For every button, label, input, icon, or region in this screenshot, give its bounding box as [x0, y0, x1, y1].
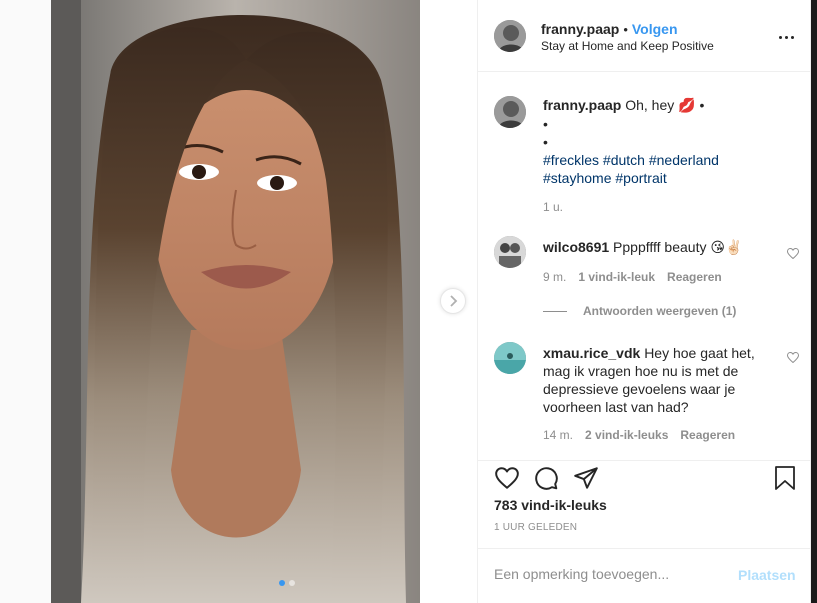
caption-username[interactable]: franny.paap [543, 97, 621, 113]
hashtag-line: #stayhome #portrait [543, 169, 783, 187]
profile-picture [494, 96, 526, 128]
comment-username[interactable]: wilco8691 [543, 239, 609, 255]
reply-button[interactable]: Reageren [680, 428, 735, 442]
hashtag-link[interactable]: #freckles [543, 152, 599, 168]
page-background-left [0, 0, 51, 603]
post-actions: 783 vind-ik-leuks 1 UUR GELEDEN [478, 460, 810, 548]
hashtag-link[interactable]: #nederland [649, 152, 719, 168]
carousel-dots [279, 580, 295, 586]
comment-item: xmau.rice_vdk Hey hoe gaat het, mag ik v… [494, 342, 804, 452]
share-icon[interactable] [573, 465, 599, 491]
comment-username[interactable]: xmau.rice_vdk [543, 345, 640, 361]
more-options-icon[interactable] [779, 36, 794, 39]
comment-time[interactable]: 9 m. [543, 270, 566, 284]
comment-text: Hey hoe gaat het, [644, 345, 755, 361]
post-photo[interactable] [51, 0, 420, 603]
caption-meta: 1 u. [543, 200, 563, 214]
view-replies-label: Antwoorden weergeven (1) [583, 304, 737, 318]
caption-bullet: • [543, 134, 548, 150]
avatar[interactable] [494, 96, 526, 128]
hashtag-line: #freckles #dutch #nederland [543, 151, 783, 169]
caption-text: Oh, hey [625, 97, 675, 113]
comment-likes[interactable]: 1 vind-ik-leuk [578, 270, 655, 284]
avatar[interactable] [494, 20, 526, 52]
comment-text: Ppppffff beauty [613, 239, 707, 255]
post-username[interactable]: franny.paap [541, 21, 619, 37]
carousel-dot-active [279, 580, 285, 586]
add-comment-bar: Plaatsen [478, 548, 810, 603]
header-user-row: franny.paap • Volgen [541, 21, 678, 37]
chevron-right-icon [450, 295, 458, 307]
comment-body: xmau.rice_vdk Hey hoe gaat het, mag ik v… [543, 344, 783, 416]
post-timestamp[interactable]: 1 UUR GELEDEN [494, 522, 577, 533]
post-details-panel: franny.paap • Volgen Stay at Home and Ke… [477, 0, 811, 603]
comment-meta: 9 m. 1 vind-ik-leuk Reageren [543, 270, 722, 284]
page-background-right [811, 0, 817, 603]
reply-button[interactable]: Reageren [667, 270, 722, 284]
location-link[interactable]: Stay at Home and Keep Positive [541, 39, 714, 53]
comment-body: wilco8691 Ppppffff beauty 😘✌🏻 [543, 238, 783, 257]
view-replies-button[interactable]: Antwoorden weergeven (1) [543, 304, 736, 318]
heart-icon[interactable] [494, 465, 520, 491]
comment-meta: 14 m. 2 vind-ik-leuks Reageren [543, 428, 735, 442]
caption-emoji: 💋 [678, 98, 696, 114]
comment-text: depressieve gevoelens waar je [543, 381, 736, 397]
comment-icon[interactable] [533, 465, 559, 491]
caption: franny.paap Oh, hey 💋 • • • #freckles #d… [494, 96, 804, 216]
comment-emoji: 😘✌🏻 [710, 240, 743, 256]
replies-line [543, 310, 567, 312]
post-header: franny.paap • Volgen Stay at Home and Ke… [478, 0, 810, 72]
avatar[interactable] [494, 236, 526, 268]
carousel-dot [289, 580, 295, 586]
caption-body: franny.paap Oh, hey 💋 • • • #freckles #d… [543, 96, 783, 187]
heart-icon[interactable] [787, 352, 799, 363]
caption-bullet: • [699, 97, 705, 113]
separator: • [623, 21, 628, 37]
comment-text: voorheen last van had? [543, 399, 689, 415]
comments-list: franny.paap Oh, hey 💋 • • • #freckles #d… [478, 72, 810, 460]
follow-button[interactable]: Volgen [632, 21, 678, 37]
likes-count[interactable]: 783 vind-ik-leuks [494, 497, 607, 513]
profile-picture [494, 342, 526, 374]
heart-icon[interactable] [787, 248, 799, 259]
portrait-image [51, 0, 420, 603]
caption-bullet: • [543, 116, 548, 132]
comment-item: wilco8691 Ppppffff beauty 😘✌🏻 9 m. 1 vin… [494, 236, 804, 346]
avatar[interactable] [494, 342, 526, 374]
hashtag-link[interactable]: #portrait [615, 170, 666, 186]
profile-picture [494, 236, 526, 268]
bookmark-icon[interactable] [773, 465, 797, 491]
next-photo-button[interactable] [440, 288, 466, 314]
hashtag-link[interactable]: #stayhome [543, 170, 611, 186]
comment-input[interactable] [494, 566, 724, 582]
profile-picture [494, 20, 526, 52]
comment-text: mag ik vragen hoe nu is met de [543, 363, 739, 379]
hashtag-link[interactable]: #dutch [603, 152, 645, 168]
caption-time[interactable]: 1 u. [543, 200, 563, 214]
comment-likes[interactable]: 2 vind-ik-leuks [585, 428, 668, 442]
comment-time[interactable]: 14 m. [543, 428, 573, 442]
post-comment-button[interactable]: Plaatsen [738, 567, 796, 583]
